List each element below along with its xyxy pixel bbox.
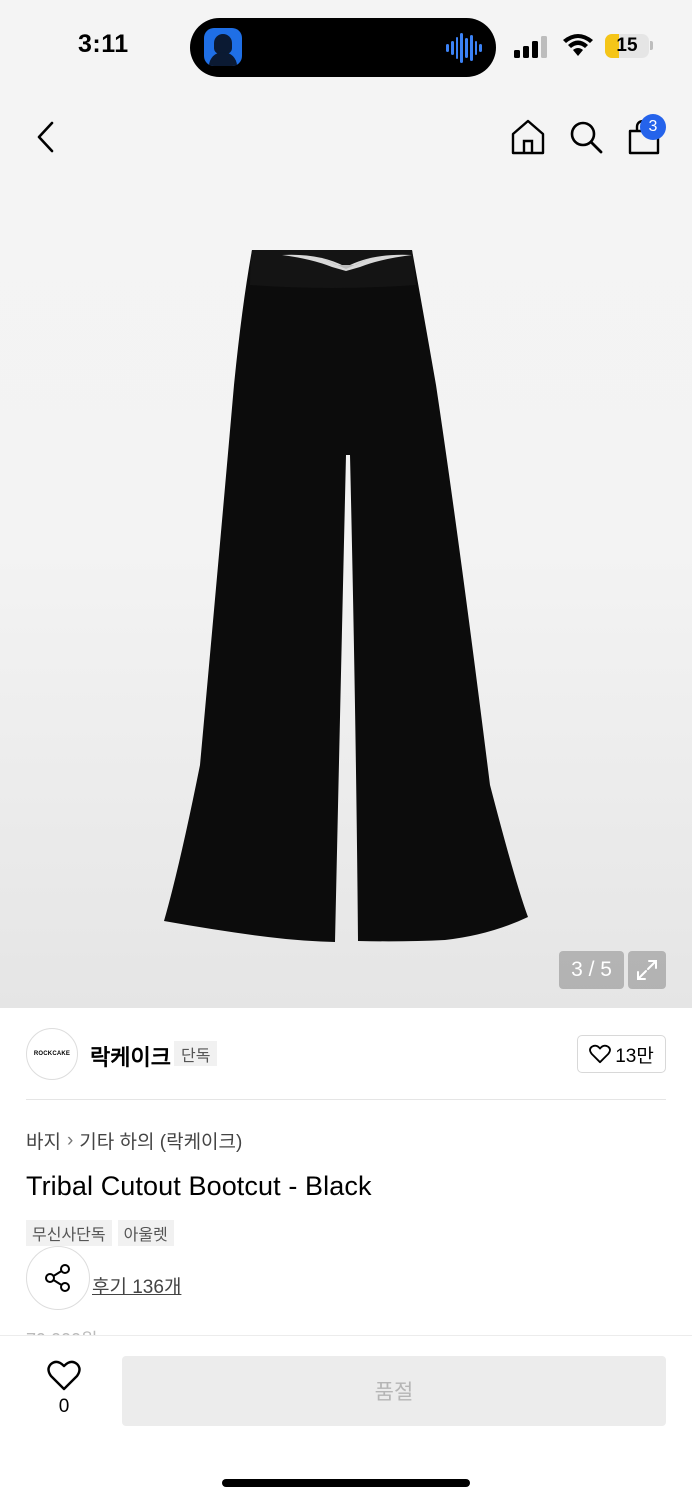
reviews-link[interactable]: 후기 136개 xyxy=(92,1272,181,1299)
search-icon[interactable] xyxy=(568,118,604,156)
dynamic-island xyxy=(190,18,496,77)
breadcrumb: 바지 › 기타 하의 (락케이크) xyxy=(26,1127,242,1154)
battery-icon: 15 xyxy=(605,34,649,58)
product-image xyxy=(164,250,528,942)
product-tags: 무신사단독 아울렛 xyxy=(26,1220,174,1246)
soldout-button[interactable]: 품절 xyxy=(122,1356,666,1426)
expand-icon xyxy=(637,960,657,980)
divider xyxy=(26,1099,666,1100)
brand-like-count: 13만 xyxy=(615,1045,654,1067)
battery-tip xyxy=(650,41,653,50)
wifi-icon xyxy=(563,34,593,56)
home-icon[interactable] xyxy=(510,118,546,156)
like-count: 0 xyxy=(58,1396,70,1417)
share-button[interactable] xyxy=(26,1246,90,1310)
home-indicator xyxy=(222,1479,470,1487)
island-app-icon xyxy=(204,28,242,66)
heart-icon xyxy=(589,1044,612,1064)
product-title: Tribal Cutout Bootcut - Black xyxy=(26,1171,372,1201)
status-time: 3:11 xyxy=(78,30,129,58)
breadcrumb-category[interactable]: 바지 xyxy=(26,1127,61,1154)
back-icon[interactable] xyxy=(34,120,58,154)
exclusive-badge: 단독 xyxy=(174,1041,218,1066)
tag-musinsa-exclusive: 무신사단독 xyxy=(26,1220,112,1246)
brand-name[interactable]: 락케이크 xyxy=(90,1040,171,1072)
like-heart-icon[interactable] xyxy=(46,1358,82,1394)
breadcrumb-subcategory[interactable]: 기타 하의 (락케이크) xyxy=(79,1127,242,1154)
tag-outlet: 아울렛 xyxy=(117,1220,174,1246)
audio-wave-icon xyxy=(446,32,482,64)
share-icon xyxy=(45,1264,70,1292)
battery-level: 15 xyxy=(616,35,638,56)
brand-logo[interactable]: ROCKCAKE xyxy=(26,1028,78,1080)
image-counter: 3 / 5 xyxy=(559,951,624,989)
expand-button[interactable] xyxy=(628,951,666,989)
cart-count-badge: 3 xyxy=(640,114,666,140)
brand-like-button[interactable]: 13만 xyxy=(577,1035,666,1073)
signal-icon xyxy=(514,36,547,58)
chevron-right-icon: › xyxy=(66,1129,74,1151)
